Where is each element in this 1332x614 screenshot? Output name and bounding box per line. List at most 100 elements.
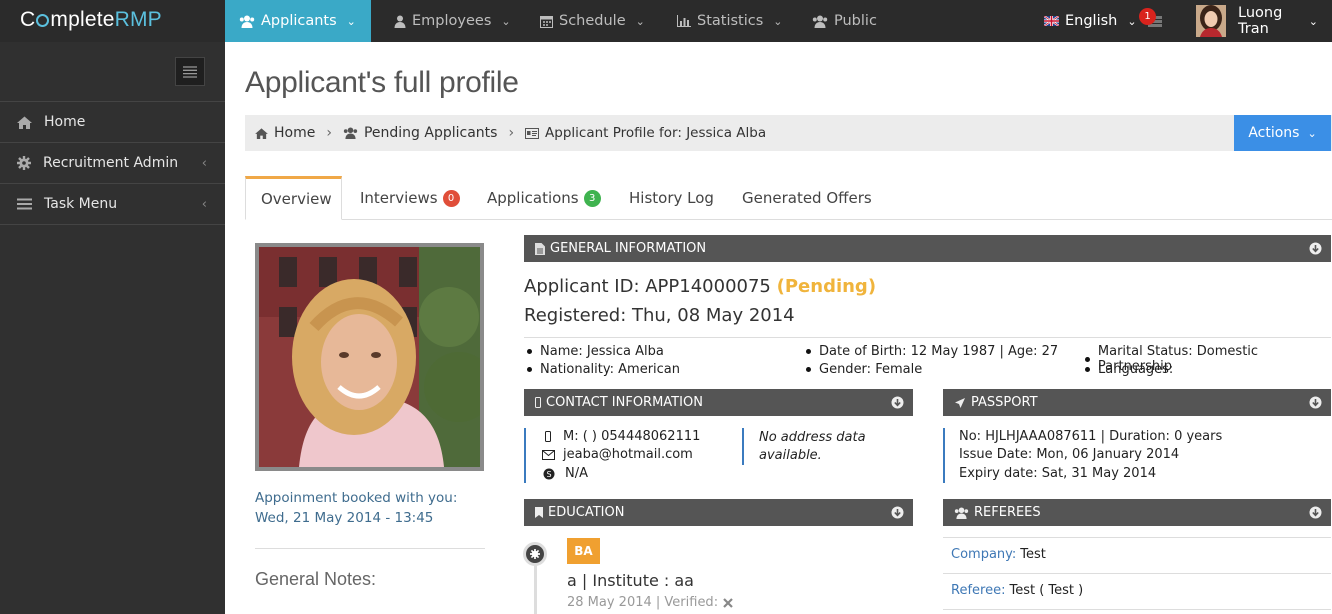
applicant-photo <box>255 243 484 471</box>
nav-public[interactable]: Public <box>798 0 891 42</box>
degree-badge: BA <box>567 538 600 564</box>
collapse-toggle-icon[interactable] <box>1309 242 1322 255</box>
list-icon <box>17 198 32 210</box>
accent-bar <box>524 428 526 483</box>
contact-email[interactable]: jeaba@hotmail.com <box>542 447 693 462</box>
page-title: Applicant's full profile <box>245 66 519 99</box>
sidebar: Home Recruitment Admin ‹ Task Menu ‹ <box>0 42 225 614</box>
applications-count-badge: 3 <box>583 189 601 207</box>
referee-company-value: Test <box>1020 547 1046 562</box>
uk-flag-icon <box>1044 16 1059 26</box>
user-name: Luong Tran <box>1238 5 1283 37</box>
collapse-toggle-icon[interactable] <box>1309 506 1322 519</box>
avatar[interactable] <box>1196 5 1226 37</box>
sidebar-toggle-button[interactable] <box>175 57 205 86</box>
panel-title: PASSPORT <box>971 395 1038 410</box>
breadcrumb-pending-applicants[interactable]: Pending Applicants <box>343 125 497 141</box>
tab-overview[interactable]: Overview <box>245 176 342 220</box>
home-icon <box>255 127 268 139</box>
bookmark-icon <box>535 507 543 518</box>
nav-employees-label: Employees <box>412 13 492 29</box>
breadcrumb-current: Applicant Profile for: Jessica Alba <box>525 125 766 141</box>
home-icon <box>17 116 32 129</box>
applicant-id-text: Applicant ID: APP14000075 <box>524 276 771 297</box>
appointment-datetime: Wed, 21 May 2014 - 13:45 <box>255 510 434 526</box>
chevron-down-icon: ⌄ <box>1127 14 1137 28</box>
divider <box>524 337 1331 338</box>
cog-icon <box>530 549 540 559</box>
contact-skype-value: N/A <box>565 466 588 481</box>
nav-applicants[interactable]: Applicants ⌄ <box>225 0 371 42</box>
collapse-toggle-icon[interactable] <box>891 506 904 519</box>
breadcrumb-home[interactable]: Home <box>255 125 315 141</box>
applicant-gender: Gender: Female <box>806 362 922 377</box>
x-icon <box>723 597 733 608</box>
tab-label: Applications <box>487 189 579 207</box>
document-icon <box>535 242 545 255</box>
nav-statistics[interactable]: Statistics ⌄ <box>663 0 797 42</box>
notifications-button[interactable]: 1 <box>1139 8 1167 34</box>
tab-interviews[interactable]: Interviews 0 <box>360 176 460 220</box>
chevron-down-icon: ⌄ <box>1308 14 1318 28</box>
mobile-icon <box>545 431 551 442</box>
referee-company-label: Company: <box>951 547 1017 562</box>
chevron-down-icon: ⌄ <box>773 14 783 28</box>
panel-title: EDUCATION <box>548 505 625 520</box>
nav-schedule[interactable]: Schedule ⌄ <box>526 0 659 42</box>
panel-title: CONTACT INFORMATION <box>546 395 703 410</box>
language-selector[interactable]: English ⌄ <box>1030 0 1151 42</box>
divider <box>943 537 1331 538</box>
mobile-icon <box>535 397 541 408</box>
contact-mobile: M: ( ) 054448062111 <box>545 429 700 444</box>
actions-label: Actions <box>1248 125 1300 141</box>
applicant-dob: Date of Birth: 12 May 1987 | Age: 27 <box>806 344 1058 359</box>
tab-label: Interviews <box>360 189 438 207</box>
general-notes-title: General Notes: <box>255 569 377 589</box>
chevron-down-icon: ⌄ <box>635 14 645 28</box>
tab-generated-offers[interactable]: Generated Offers <box>742 176 872 220</box>
sidebar-header <box>0 42 225 102</box>
actions-button[interactable]: Actions ⌄ <box>1234 115 1331 151</box>
bar-chart-icon <box>677 15 691 27</box>
brand-logo[interactable]: CmpleteRMP <box>0 0 225 42</box>
tab-applications[interactable]: Applications 3 <box>487 176 601 220</box>
referee-value: Test ( Test ) <box>1009 583 1084 598</box>
collapse-toggle-icon[interactable] <box>891 396 904 409</box>
applicant-nationality: Nationality: American <box>527 362 680 377</box>
users-icon <box>954 506 969 519</box>
education-meta: 28 May 2014 | Verified: <box>567 595 733 610</box>
sidebar-item-home[interactable]: Home <box>0 102 225 143</box>
skype-icon: S <box>543 468 555 480</box>
id-card-icon <box>525 127 540 139</box>
language-label: English <box>1065 13 1118 29</box>
divider <box>943 573 1331 574</box>
chevron-right-icon: › <box>508 125 515 141</box>
user-menu[interactable]: Luong Tran ⌄ <box>1224 0 1332 42</box>
sidebar-item-recruitment-admin[interactable]: Recruitment Admin ‹ <box>0 143 225 184</box>
divider <box>943 609 1331 610</box>
chevron-down-icon: ⌄ <box>1307 126 1317 140</box>
referees-header: REFEREES <box>943 499 1331 526</box>
gear-icon <box>17 156 31 170</box>
tab-history-log[interactable]: History Log <box>629 176 714 220</box>
contact-information-header: CONTACT INFORMATION <box>524 389 913 416</box>
chevron-down-icon: ⌄ <box>346 14 356 28</box>
sidebar-item-label: Home <box>44 114 86 130</box>
passport-expiry-date: Expiry date: Sat, 31 May 2014 <box>959 466 1157 481</box>
chevron-down-icon: ⌄ <box>501 14 511 28</box>
appointment-label: Appoinment booked with you: <box>255 490 458 506</box>
collapse-toggle-icon[interactable] <box>1309 396 1322 409</box>
chevron-left-icon: ‹ <box>201 156 207 171</box>
passport-header: PASSPORT <box>943 389 1331 416</box>
nav-employees[interactable]: Employees ⌄ <box>380 0 525 42</box>
sidebar-item-task-menu[interactable]: Task Menu ‹ <box>0 184 225 225</box>
chevron-left-icon: ‹ <box>201 197 207 212</box>
nav-applicants-label: Applicants <box>261 13 337 29</box>
appointment-info: Appoinment booked with you: Wed, 21 May … <box>255 488 485 528</box>
users-icon <box>812 15 828 28</box>
profile-tabs: Overview Interviews 0 Applications 3 Histo… <box>245 176 1332 220</box>
passport-issue-date: Issue Date: Mon, 06 January 2014 <box>959 447 1180 462</box>
sidebar-item-label: Recruitment Admin <box>43 155 179 171</box>
registered-date: Registered: Thu, 08 May 2014 <box>524 305 795 326</box>
tab-label: History Log <box>629 189 714 207</box>
